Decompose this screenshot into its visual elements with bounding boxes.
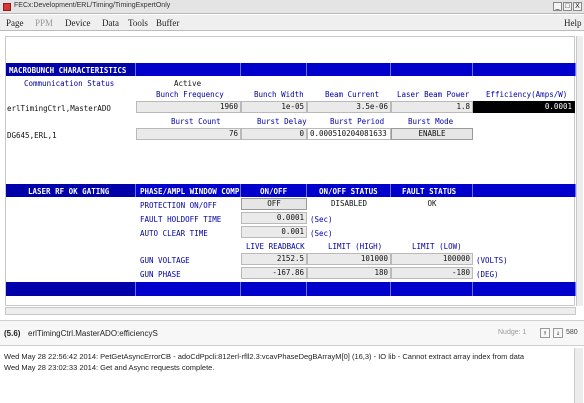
auto-clear-field[interactable]: 0.001 [241,226,307,238]
macrobunch-header: MACROBUNCH CHARACTERISTICS [9,66,127,75]
burst-mode-button[interactable]: ENABLE [391,128,473,140]
col-phase-amp: PHASE/AMPL WINDOW COMP [140,187,240,196]
log-scrollbar[interactable] [574,348,583,403]
fault-holdoff-field[interactable]: 0.0001 [241,212,307,224]
efficiency-field[interactable]: 0.0001 [473,101,575,113]
fault-holdoff-label: FAULT HOLDOFF TIME [140,215,222,224]
laser-beam-power-field[interactable]: 1.8 [391,101,473,113]
protection-toggle[interactable]: OFF [241,198,307,210]
col-onoff: ON/OFF [260,187,288,196]
device-path: erlTimingCtrl.MasterADO:efficiencyS [28,329,158,338]
menu-help[interactable]: Help [564,18,582,28]
fault-holdoff-unit: (Sec) [310,215,333,224]
gun-voltage-low[interactable]: 100000 [391,253,473,265]
col-bunch-frequency: Bunch Frequency [156,90,224,99]
nudge-down-button[interactable]: ↓ [553,328,563,338]
bunch-width-field[interactable]: 1e-05 [241,101,307,113]
gun-phase-high[interactable]: 180 [307,267,391,279]
col-limit-low: LIMIT (LOW) [412,242,462,251]
window-titlebar: FECx:Development/ERL/Timing/TimingExpert… [0,0,584,14]
gun-voltage-high[interactable]: 101000 [307,253,391,265]
macrobunch-header-bar: MACROBUNCH CHARACTERISTICS [6,63,576,76]
log-line: Wed May 28 22:56:42 2014: PetGetAsyncErr… [4,352,525,361]
gating-label: LASER RF OK GATING [28,187,110,196]
menu-ppm[interactable]: PPM [35,18,53,28]
comm-status-value: Active [174,79,202,88]
col-bunch-width: Bunch Width [254,90,304,99]
footer-bar [6,282,576,296]
menu-tools[interactable]: Tools [128,18,148,28]
gun-phase-low[interactable]: -180 [391,267,473,279]
menu-buffer[interactable]: Buffer [156,18,179,28]
row1-device-label: erlTimingCtrl,MasterADO [7,104,111,113]
col-live-readback: LIVE READBACK [246,242,305,251]
gun-phase-unit: (DEG) [476,270,499,279]
row2-device-label: DG645,ERL,1 [7,131,57,140]
burst-count-field[interactable]: 76 [136,128,241,140]
maximize-button[interactable]: □ [563,2,572,11]
protection-label: PROTECTION ON/OFF [140,201,217,210]
menu-device[interactable]: Device [65,18,90,28]
gun-voltage-label: GUN VOLTAGE [140,256,190,265]
burst-delay-field[interactable]: 0 [241,128,307,140]
col-efficiency: Efficiency(Amps/W) [486,90,568,99]
col-burst-mode: Burst Mode [408,117,454,126]
gun-voltage-live: 2152.5 [241,253,307,265]
col-burst-count: Burst Count [171,117,221,126]
zoom-value: 580 [566,329,578,336]
gun-voltage-unit: (VOLTS) [476,256,508,265]
vertical-scrollbar[interactable] [576,36,583,306]
auto-clear-label: AUTO CLEAR TIME [140,229,208,238]
menu-bar: Page PPM Device Data Tools Buffer Help [0,15,584,31]
gating-header-bar: LASER RF OK GATING PHASE/AMPL WINDOW COM… [6,184,576,197]
protection-status: DISABLED [307,198,391,210]
horizontal-scrollbar[interactable] [5,307,576,315]
close-button[interactable]: X [573,2,582,11]
col-limit-high: LIMIT (HIGH) [328,242,383,251]
protection-fault-status: OK [391,198,473,210]
burst-period-field[interactable]: 0.000510204081633 [307,128,391,140]
gun-phase-label: GUN PHASE [140,270,181,279]
page-canvas: MACROBUNCH CHARACTERISTICS Communication… [5,36,576,306]
app-icon [3,3,11,11]
status-marker: (5.6) [4,329,21,338]
gun-phase-live: -167.86 [241,267,307,279]
menu-data[interactable]: Data [102,18,119,28]
status-line: (5.6) erlTimingCtrl.MasterADO:efficiency… [0,320,584,346]
auto-clear-unit: (Sec) [310,229,333,238]
col-laser-beam-power: Laser Beam Power [397,90,470,99]
window-title: FECx:Development/ERL/Timing/TimingExpert… [14,2,171,9]
message-log: Wed May 28 22:56:42 2014: PetGetAsyncErr… [0,348,584,403]
col-burst-delay: Burst Delay [257,117,307,126]
nudge-up-button[interactable]: ↑ [540,328,550,338]
bunch-frequency-field[interactable]: 1960 [136,101,241,113]
comm-status-label: Communication Status [24,79,115,88]
minimize-button[interactable]: _ [553,2,562,11]
col-burst-period: Burst Period [330,117,385,126]
menu-page[interactable]: Page [6,18,24,28]
col-onoff-status: ON/OFF STATUS [319,187,378,196]
log-line: Wed May 28 23:02:33 2014: Get and Async … [4,363,215,372]
beam-current-field[interactable]: 3.5e-06 [307,101,391,113]
col-fault-status: FAULT STATUS [402,187,457,196]
nudge-label: Nudge: 1 [498,329,527,336]
col-beam-current: Beam Current [325,90,380,99]
